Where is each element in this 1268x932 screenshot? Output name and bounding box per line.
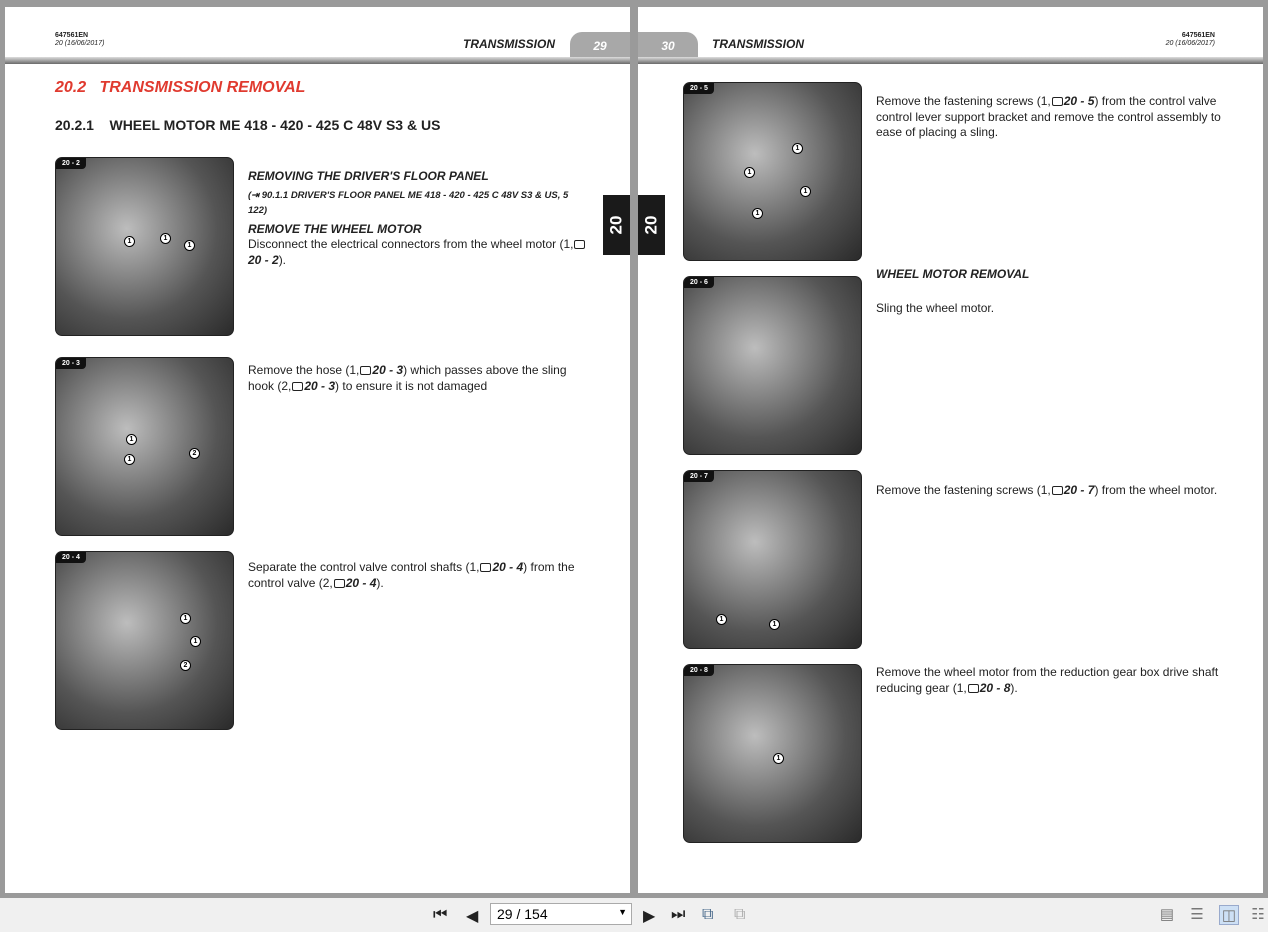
step-text: Remove the hose (1, 20 - 3) which passes … xyxy=(248,363,567,393)
doc-id: 647561EN 20 (16/06/2017) xyxy=(1165,32,1215,47)
step-text: Remove the fastening screws (1, 20 - 5) f… xyxy=(876,94,1221,139)
page-number-select[interactable]: 29 / 154 ▼ xyxy=(490,903,632,925)
previous-page-button[interactable]: ◀ xyxy=(466,906,478,926)
figure-photo: 20 - 4 112 xyxy=(55,551,234,730)
facing-pages-view-icon[interactable]: ◫ xyxy=(1219,905,1239,925)
camera-icon xyxy=(480,563,492,572)
chevron-down-icon: ▼ xyxy=(618,907,627,917)
step-text: Remove the fastening screws (1, 20 - 7) f… xyxy=(876,483,1218,497)
figure-photo: 20 - 7 11 xyxy=(683,470,862,649)
header-divider xyxy=(638,57,1263,64)
figure-photo: 20 - 8 1 xyxy=(683,664,862,843)
camera-icon xyxy=(333,578,345,588)
chapter-tab: 20 xyxy=(638,195,665,255)
page-number: 30 xyxy=(638,32,698,57)
camera-icon xyxy=(360,366,372,375)
step-text: Remove the wheel motor from the reductio… xyxy=(876,665,1219,695)
section-title: TRANSMISSION xyxy=(462,37,555,51)
step-text: REMOVING THE DRIVER'S FLOOR PANEL (⇥ 90.… xyxy=(248,169,588,268)
figure-photo: 20 - 5 1111 xyxy=(683,82,862,261)
continuous-facing-view-icon[interactable]: ☷ xyxy=(1248,905,1268,925)
camera-icon xyxy=(967,683,979,693)
back-view-icon[interactable]: ⧉ xyxy=(702,906,713,924)
camera-icon xyxy=(1051,97,1063,106)
last-page-button[interactable]: ⏭ xyxy=(671,906,685,924)
step-text: Separate the control valve control shaft… xyxy=(248,560,575,590)
first-page-button[interactable]: ⏮ xyxy=(433,906,447,924)
left-page: 647561EN 20 (16/06/2017) TRANSMISSION 29 … xyxy=(5,7,630,893)
next-page-button[interactable]: ▶ xyxy=(643,906,655,926)
page-number: 29 xyxy=(570,32,630,57)
single-page-view-icon[interactable]: ▤ xyxy=(1157,905,1177,925)
camera-icon xyxy=(574,240,586,249)
figure-photo: 20 - 6 xyxy=(683,276,862,455)
camera-icon xyxy=(292,381,304,391)
figure-photo: 20 - 2 111 xyxy=(55,157,234,336)
step-text: WHEEL MOTOR REMOVAL Sling the wheel motor… xyxy=(876,267,1030,315)
doc-id: 647561EN 20 (16/06/2017) xyxy=(55,32,105,47)
header-divider xyxy=(5,57,630,64)
figure-photo: 20 - 3 112 xyxy=(55,357,234,536)
viewer-toolbar: ⏮ ◀ 29 / 154 ▼ ▶ ⏭ ⧉ ⧉ ▤ ☰ ◫ ☷ xyxy=(0,898,1268,932)
continuous-view-icon[interactable]: ☰ xyxy=(1187,905,1207,925)
section-heading: 20.2 TRANSMISSION REMOVAL xyxy=(55,79,306,96)
section-title: TRANSMISSION xyxy=(712,37,805,51)
forward-view-icon[interactable]: ⧉ xyxy=(734,906,745,924)
camera-icon xyxy=(1051,486,1063,495)
chapter-tab: 20 xyxy=(603,195,630,255)
subsection-heading: 20.2.1 WHEEL MOTOR ME 418 - 420 - 425 C … xyxy=(55,117,441,133)
right-page: 30 TRANSMISSION 647561EN 20 (16/06/2017) … xyxy=(638,7,1263,893)
